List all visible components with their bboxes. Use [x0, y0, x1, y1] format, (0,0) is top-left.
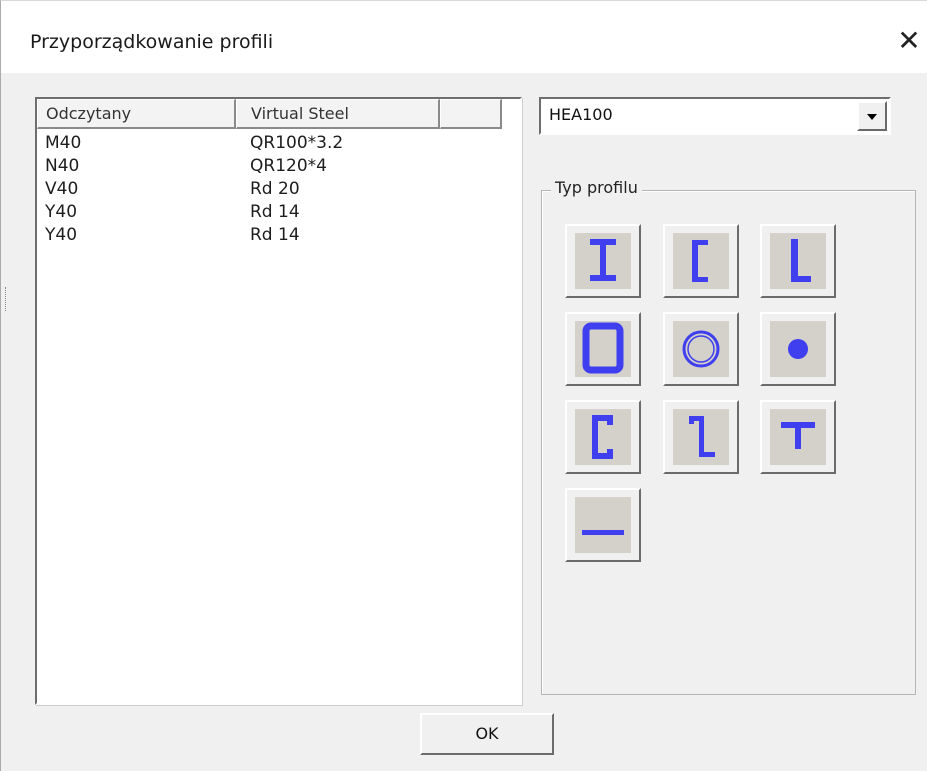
profile-button-z-profile[interactable] [663, 400, 739, 474]
read-profile-cell: Y40 [45, 202, 78, 222]
z-profile-icon [689, 416, 715, 457]
list-item[interactable]: Y40 Rd 14 [37, 202, 520, 225]
virtual-steel-cell: QR120*4 [250, 156, 327, 176]
column-header-virtual-steel[interactable]: Virtual Steel [236, 99, 440, 129]
dialog-title: Przyporządkowanie profili [30, 31, 274, 53]
ok-button[interactable]: OK [420, 713, 554, 755]
profile-button-c-channel[interactable] [565, 400, 641, 474]
profile-button-round-tube[interactable] [663, 312, 739, 386]
profile-select-value: HEA100 [549, 105, 613, 124]
list-rows: M40 QR100*3.2 N40 QR120*4 V40 Rd 20 Y40 … [37, 133, 520, 248]
profile-select[interactable]: HEA100 [539, 97, 891, 135]
profile-button-t-profile[interactable] [760, 400, 836, 474]
round-bar-icon [788, 339, 808, 359]
list-item[interactable]: M40 QR100*3.2 [37, 133, 520, 156]
virtual-steel-cell: Rd 14 [250, 225, 300, 245]
virtual-steel-cell: Rd 14 [250, 202, 300, 222]
read-profile-cell: N40 [45, 156, 80, 176]
profile-button-flat-bar[interactable] [565, 488, 641, 562]
profile-type-label: Typ profilu [551, 178, 642, 197]
list-item[interactable]: V40 Rd 20 [37, 179, 520, 202]
chevron-down-icon[interactable] [857, 101, 887, 131]
virtual-steel-cell: QR100*3.2 [250, 133, 344, 153]
column-header-empty[interactable] [440, 99, 502, 129]
column-header-read[interactable]: Odczytany [37, 99, 236, 129]
flat-bar-icon [582, 530, 624, 535]
title-bar: Przyporządkowanie profili ✕ [1, 1, 927, 73]
profile-mapping-dialog: Przyporządkowanie profili ✕ Odczytany Vi… [0, 0, 927, 771]
profile-mapping-list[interactable]: Odczytany Virtual Steel M40 QR100*3.2 N4… [35, 97, 522, 705]
close-icon[interactable]: ✕ [894, 27, 924, 57]
square-tube-icon [582, 322, 624, 374]
angle-icon [791, 239, 811, 282]
list-header: Odczytany Virtual Steel [37, 99, 520, 129]
i-beam-icon [590, 239, 616, 281]
profile-button-square-tube[interactable] [565, 312, 641, 386]
read-profile-cell: V40 [45, 179, 79, 199]
profile-button-i-beam[interactable] [565, 224, 641, 298]
list-item[interactable]: N40 QR120*4 [37, 156, 520, 179]
channel-bracket-icon [692, 240, 708, 282]
profile-button-round-bar[interactable] [760, 312, 836, 386]
read-profile-cell: Y40 [45, 225, 78, 245]
profile-button-channel-bracket[interactable] [663, 224, 739, 298]
resize-grip [5, 287, 9, 311]
c-channel-icon [592, 415, 613, 459]
read-profile-cell: M40 [45, 133, 82, 153]
profile-button-angle[interactable] [760, 224, 836, 298]
virtual-steel-cell: Rd 20 [250, 179, 300, 199]
list-item[interactable]: Y40 Rd 14 [37, 225, 520, 248]
t-profile-icon [781, 422, 815, 449]
round-tube-icon [682, 330, 720, 368]
